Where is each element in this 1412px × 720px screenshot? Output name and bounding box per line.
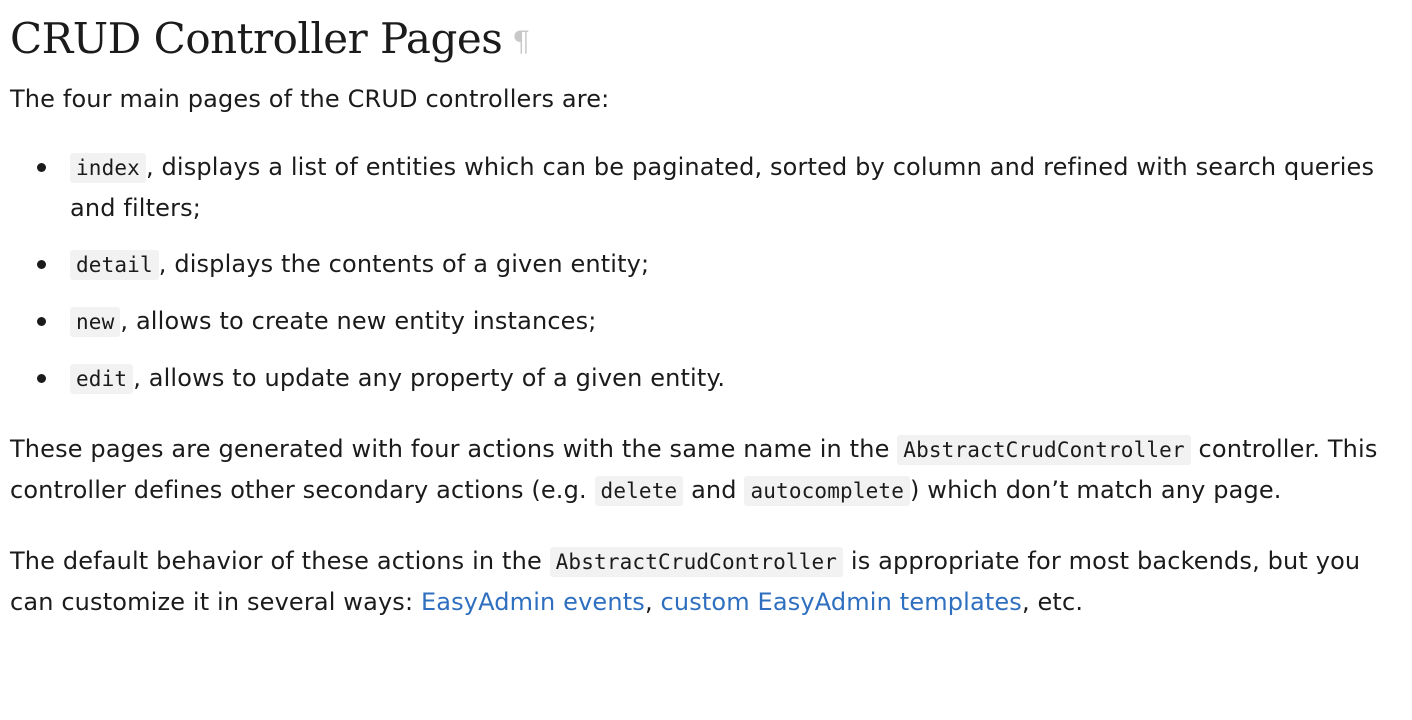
bullet-icon bbox=[37, 317, 46, 326]
intro-paragraph: The four main pages of the CRUD controll… bbox=[10, 85, 610, 113]
text-fragment: and bbox=[683, 476, 745, 504]
inline-code-abstract-crud-controller: AbstractCrudController bbox=[897, 435, 1191, 465]
text-fragment: , bbox=[644, 588, 661, 616]
inline-code-index: index bbox=[70, 153, 146, 183]
list-item-text: , allows to create new entity instances; bbox=[120, 307, 597, 335]
text-fragment: , etc. bbox=[1021, 588, 1084, 616]
inline-code-detail: detail bbox=[70, 250, 159, 280]
page-title-text: CRUD Controller Pages bbox=[10, 14, 503, 63]
list-item-index: index, displays a list of entities which… bbox=[37, 147, 1402, 228]
list-item-edit: edit, allows to update any property of a… bbox=[37, 358, 1402, 399]
bullet-icon bbox=[37, 163, 46, 172]
crud-pages-list: index, displays a list of entities which… bbox=[10, 147, 1402, 399]
doc-page: CRUD Controller Pages ¶ The four main pag… bbox=[0, 0, 1412, 720]
pilcrow-anchor-icon[interactable]: ¶ bbox=[512, 25, 530, 58]
inline-code-autocomplete: autocomplete bbox=[744, 476, 910, 506]
text-fragment: The default behavior of these actions in… bbox=[10, 547, 550, 575]
inline-code-delete: delete bbox=[594, 476, 684, 506]
list-item-text: , displays the contents of a given entit… bbox=[158, 250, 650, 278]
bullet-icon bbox=[37, 374, 46, 383]
custom-easyadmin-templates-link[interactable]: custom EasyAdmin templates bbox=[661, 588, 1022, 616]
inline-code-abstract-crud-controller: AbstractCrudController bbox=[549, 547, 844, 577]
list-item-new: new, allows to create new entity instanc… bbox=[37, 301, 1402, 342]
text-fragment: ) which don’t match any page. bbox=[910, 476, 1282, 504]
bullet-icon bbox=[37, 260, 46, 269]
customization-paragraph: The default behavior of these actions in… bbox=[10, 541, 1402, 622]
list-item-detail: detail, displays the contents of a given… bbox=[37, 244, 1402, 285]
list-item-text: , displays a list of entities which can … bbox=[70, 153, 1375, 222]
inline-code-new: new bbox=[70, 307, 121, 337]
actions-paragraph: These pages are generated with four acti… bbox=[10, 429, 1402, 511]
list-item-text: , allows to update any property of a giv… bbox=[133, 364, 726, 392]
inline-code-edit: edit bbox=[70, 364, 134, 394]
text-fragment: These pages are generated with four acti… bbox=[10, 435, 898, 463]
easyadmin-events-link[interactable]: EasyAdmin events bbox=[421, 588, 645, 616]
page-title: CRUD Controller Pages ¶ bbox=[10, 12, 1402, 69]
